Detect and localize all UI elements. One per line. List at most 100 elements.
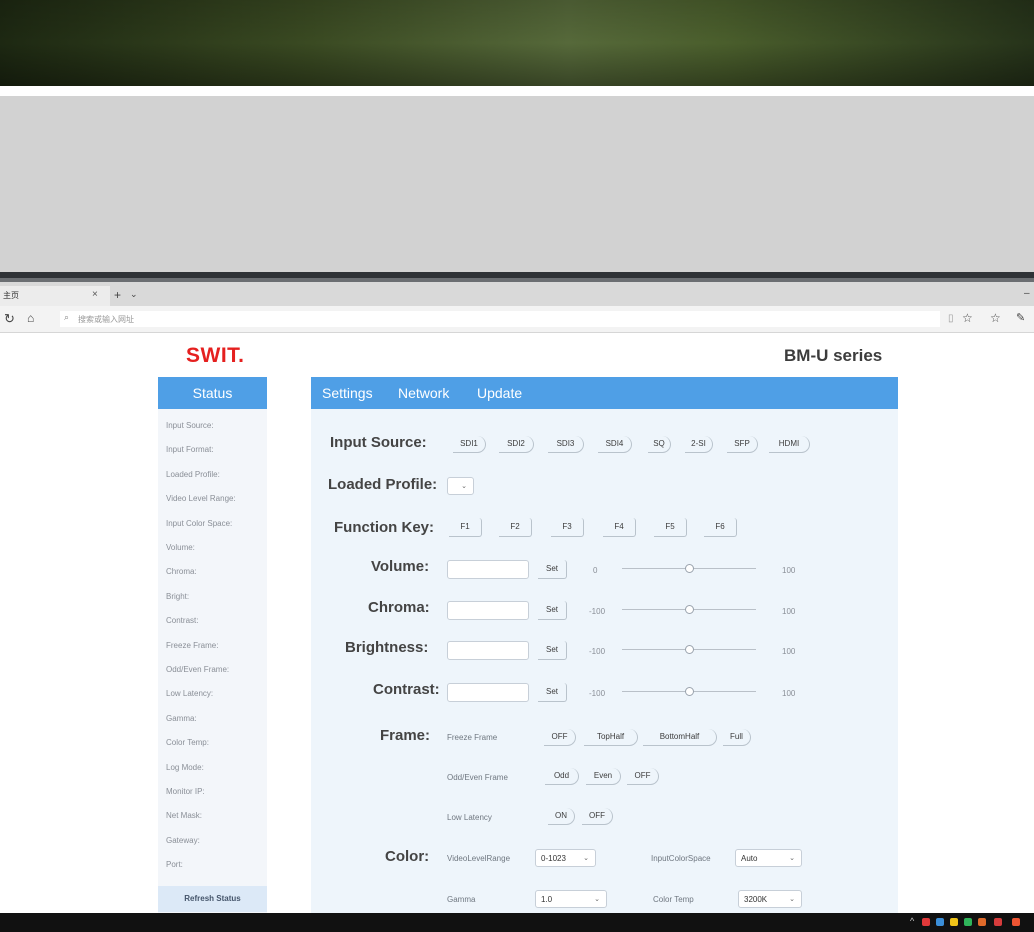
- chevron-down-icon: ⌄: [789, 855, 795, 862]
- freeze-frame-option[interactable]: Full: [723, 729, 751, 746]
- contrast-set-button[interactable]: Set: [538, 683, 567, 702]
- input-source-option[interactable]: SFP: [727, 436, 758, 453]
- favorite-star-icon[interactable]: ☆: [962, 311, 973, 325]
- brightness-input[interactable]: [447, 641, 529, 660]
- odd-even-frame-label: Odd/Even Frame: [447, 773, 508, 782]
- chevron-down-icon[interactable]: ⌄: [130, 289, 138, 300]
- input-source-option[interactable]: SDI1: [453, 436, 486, 453]
- chroma-slider-handle[interactable]: [685, 605, 694, 614]
- status-item: Gateway:: [166, 835, 200, 845]
- tray-app-icon[interactable]: [994, 918, 1002, 926]
- chroma-set-button[interactable]: Set: [538, 601, 567, 620]
- freeze-frame-option[interactable]: OFF: [544, 729, 576, 746]
- color-temp-select[interactable]: 3200K ⌄: [738, 890, 802, 908]
- tray-app-icon[interactable]: [936, 918, 944, 926]
- input-source-option[interactable]: SDI4: [598, 436, 632, 453]
- status-item: Freeze Frame:: [166, 640, 219, 650]
- series-title: BM-U series: [784, 346, 883, 365]
- function-key-button[interactable]: F4: [603, 518, 636, 537]
- input-source-label: Input Source:: [330, 434, 427, 451]
- status-item: Input Source:: [166, 421, 214, 430]
- odd-even-option[interactable]: Even: [586, 768, 621, 785]
- chroma-max-label: 100: [782, 607, 796, 616]
- low-latency-option[interactable]: OFF: [582, 808, 613, 825]
- freeze-frame-label: Freeze Frame: [447, 733, 498, 742]
- favorites-list-icon[interactable]: ☆: [990, 311, 1001, 325]
- close-icon[interactable]: ×: [92, 289, 98, 300]
- function-key-button[interactable]: F6: [704, 518, 737, 537]
- status-item: Loaded Profile:: [166, 469, 220, 479]
- home-icon[interactable]: ⌂: [27, 311, 34, 325]
- refresh-status-button[interactable]: Refresh Status: [158, 886, 267, 912]
- contrast-input[interactable]: [447, 683, 529, 702]
- loaded-profile-label: Loaded Profile:: [328, 476, 438, 493]
- input-color-space-label: InputColorSpace: [651, 854, 711, 863]
- new-tab-icon[interactable]: +: [114, 288, 121, 302]
- function-key-button[interactable]: F3: [551, 518, 584, 537]
- color-label: Color:: [385, 848, 430, 865]
- tray-chevron-icon[interactable]: ^: [910, 916, 914, 926]
- photo-gap: [0, 86, 1034, 96]
- loaded-profile-select[interactable]: ⌄: [447, 477, 474, 495]
- tray-app-icon[interactable]: [964, 918, 972, 926]
- tab-update[interactable]: Update: [477, 385, 522, 401]
- reading-view-icon[interactable]: ▯: [948, 313, 954, 324]
- input-source-option[interactable]: HDMI: [769, 436, 810, 453]
- tray-app-icon[interactable]: [950, 918, 958, 926]
- freeze-frame-option[interactable]: TopHalf: [584, 729, 638, 746]
- chevron-down-icon: ⌄: [461, 483, 467, 490]
- browser-tab-title: 主页: [3, 291, 19, 300]
- input-source-option[interactable]: SQ: [648, 436, 671, 453]
- volume-input[interactable]: [447, 560, 529, 579]
- status-item: Log Mode:: [166, 762, 204, 772]
- gamma-select[interactable]: 1.0 ⌄: [535, 890, 607, 908]
- volume-set-button[interactable]: Set: [538, 560, 567, 579]
- input-source-option[interactable]: SDI3: [548, 436, 584, 453]
- input-source-option[interactable]: SDI2: [499, 436, 534, 453]
- volume-slider-handle[interactable]: [685, 564, 694, 573]
- browser-tab[interactable]: 主页 ×: [0, 286, 110, 306]
- brightness-min-label: -100: [589, 647, 606, 656]
- function-key-button[interactable]: F2: [499, 518, 532, 537]
- video-level-range-label: VideoLevelRange: [447, 854, 511, 863]
- function-key-label: Function Key:: [334, 519, 434, 536]
- contrast-max-label: 100: [782, 689, 796, 698]
- brightness-label: Brightness:: [345, 639, 429, 656]
- input-color-space-select[interactable]: Auto ⌄: [735, 849, 802, 867]
- tray-app-icon[interactable]: [1012, 918, 1020, 926]
- chroma-input[interactable]: [447, 601, 529, 620]
- url-field[interactable]: ⌕ 搜索或输入网址: [60, 311, 940, 327]
- refresh-icon[interactable]: ↻: [4, 311, 15, 327]
- function-key-button[interactable]: F1: [449, 518, 482, 537]
- tray-app-icon[interactable]: [922, 918, 930, 926]
- volume-max-label: 100: [782, 566, 796, 575]
- chevron-down-icon: ⌄: [789, 896, 795, 903]
- video-level-range-value: 0-1023: [541, 854, 566, 863]
- contrast-slider-handle[interactable]: [685, 687, 694, 696]
- taskbar: [0, 913, 1034, 932]
- input-source-option[interactable]: 2-SI: [685, 436, 713, 453]
- status-item: Port:: [166, 860, 183, 870]
- freeze-frame-option[interactable]: BottomHalf: [643, 729, 717, 746]
- brightness-set-button[interactable]: Set: [538, 641, 567, 660]
- tab-settings[interactable]: Settings: [322, 385, 373, 401]
- tray-app-icon[interactable]: [978, 918, 986, 926]
- brightness-slider-handle[interactable]: [685, 645, 694, 654]
- monitor-bezel: [0, 96, 1034, 272]
- status-item: Odd/Even Frame:: [166, 665, 230, 674]
- status-item: Net Mask:: [166, 811, 203, 821]
- minimize-icon[interactable]: –: [1024, 288, 1030, 299]
- status-item: Contrast:: [166, 616, 199, 626]
- tab-network[interactable]: Network: [398, 385, 449, 401]
- odd-even-option[interactable]: OFF: [627, 768, 659, 785]
- low-latency-label: Low Latency: [447, 813, 492, 822]
- url-placeholder: 搜索或输入网址: [78, 315, 134, 324]
- pen-icon[interactable]: ✎: [1016, 311, 1025, 324]
- video-level-range-select[interactable]: 0-1023 ⌄: [535, 849, 596, 867]
- gamma-value: 1.0: [541, 895, 553, 904]
- function-key-button[interactable]: F5: [654, 518, 687, 537]
- odd-even-option[interactable]: Odd: [545, 768, 579, 785]
- color-temp-label: Color Temp: [653, 895, 694, 904]
- low-latency-option[interactable]: ON: [548, 808, 575, 825]
- search-icon: ⌕: [64, 312, 70, 322]
